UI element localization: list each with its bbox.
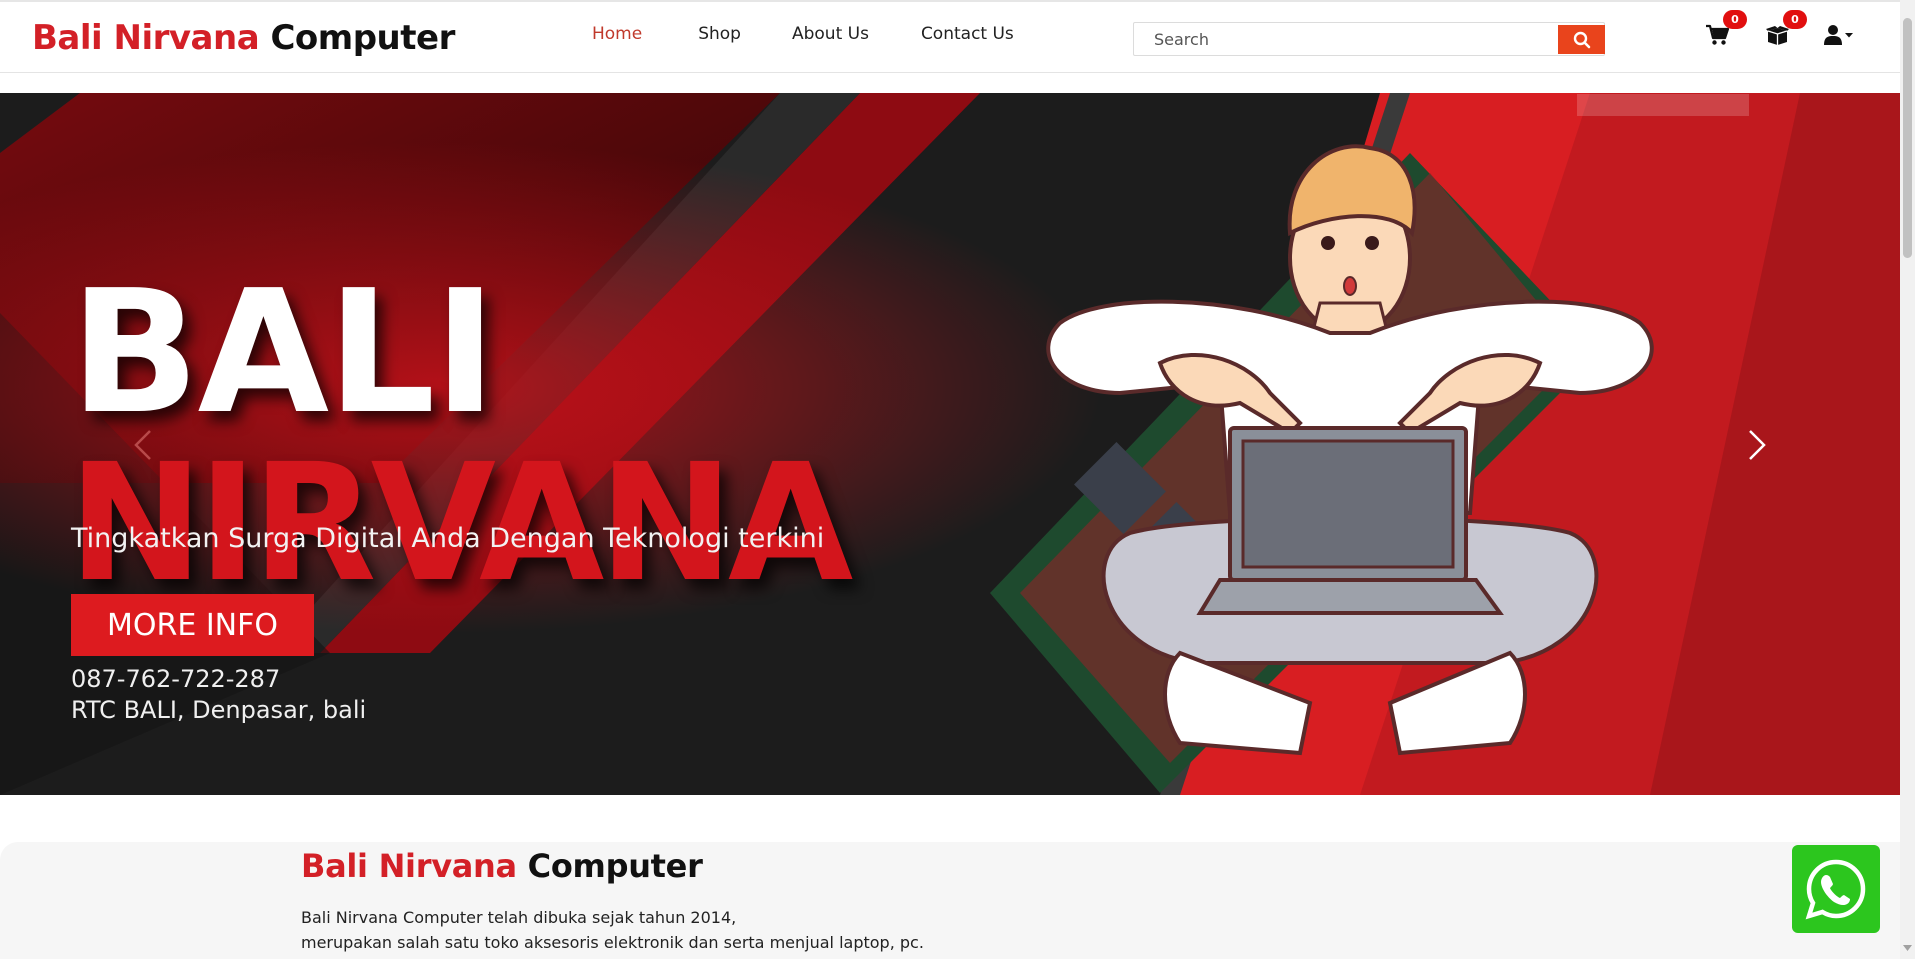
scrollbar-thumb[interactable] <box>1903 18 1912 258</box>
hero-phone: 087-762-722-287 <box>71 665 281 693</box>
orders-count-badge: 0 <box>1783 10 1807 29</box>
account-dropdown[interactable] <box>1824 24 1858 50</box>
hero-carousel: BALI NIRVANA Tingkatkan Surga Digital An… <box>0 93 1900 795</box>
chevron-left-icon <box>134 430 151 460</box>
chevron-right-icon <box>1749 430 1766 460</box>
about-line-1: Bali Nirvana Computer telah dibuka sejak… <box>301 908 737 927</box>
more-info-button[interactable]: MORE INFO <box>71 594 314 656</box>
nav-shop[interactable]: Shop <box>698 24 741 44</box>
about-line-2: merupakan salah satu toko aksesoris elek… <box>301 933 924 952</box>
nav-about-us[interactable]: About Us <box>792 24 869 44</box>
orders-button[interactable]: 0 <box>1765 10 1807 50</box>
main-nav: Home Shop About Us Contact Us <box>592 24 1065 44</box>
cart-button[interactable]: 0 <box>1705 10 1747 50</box>
search-button[interactable] <box>1558 25 1605 54</box>
chevron-down-icon <box>1845 33 1853 38</box>
about-section: Bali Nirvana Computer Bali Nirvana Compu… <box>0 842 1900 959</box>
brand-name-black: Computer <box>270 18 455 58</box>
carousel-next-button[interactable] <box>1742 425 1772 465</box>
navbar: Bali Nirvana Computer Home Shop About Us… <box>0 0 1900 73</box>
page-scrollbar[interactable] <box>1900 0 1915 959</box>
carousel-prev-button[interactable] <box>128 425 158 465</box>
about-title-red: Bali Nirvana <box>301 847 517 885</box>
brand-name-red: Bali Nirvana <box>32 18 260 58</box>
user-icon <box>1824 25 1853 45</box>
search-input[interactable] <box>1134 23 1557 55</box>
hero-tagline: Tingkatkan Surga Digital Anda Dengan Tek… <box>71 523 825 554</box>
whatsapp-button[interactable] <box>1792 845 1880 933</box>
nav-contact-us[interactable]: Contact Us <box>921 24 1014 44</box>
brand-logo[interactable]: Bali Nirvana Computer <box>32 18 455 58</box>
cart-count-badge: 0 <box>1723 10 1747 29</box>
about-title-black: Computer <box>527 847 703 885</box>
cart-icon <box>1706 24 1730 45</box>
hero-faint-banner <box>1577 94 1749 116</box>
hero-title-bali: BALI <box>70 254 497 452</box>
about-title: Bali Nirvana Computer <box>301 847 703 885</box>
hero-address: RTC BALI, Denpasar, bali <box>71 696 367 724</box>
search-bar <box>1133 22 1605 56</box>
search-icon <box>1573 31 1590 48</box>
nav-home[interactable]: Home <box>592 24 642 44</box>
whatsapp-icon <box>1805 859 1866 920</box>
scroll-down-arrow-icon[interactable] <box>1903 943 1912 953</box>
